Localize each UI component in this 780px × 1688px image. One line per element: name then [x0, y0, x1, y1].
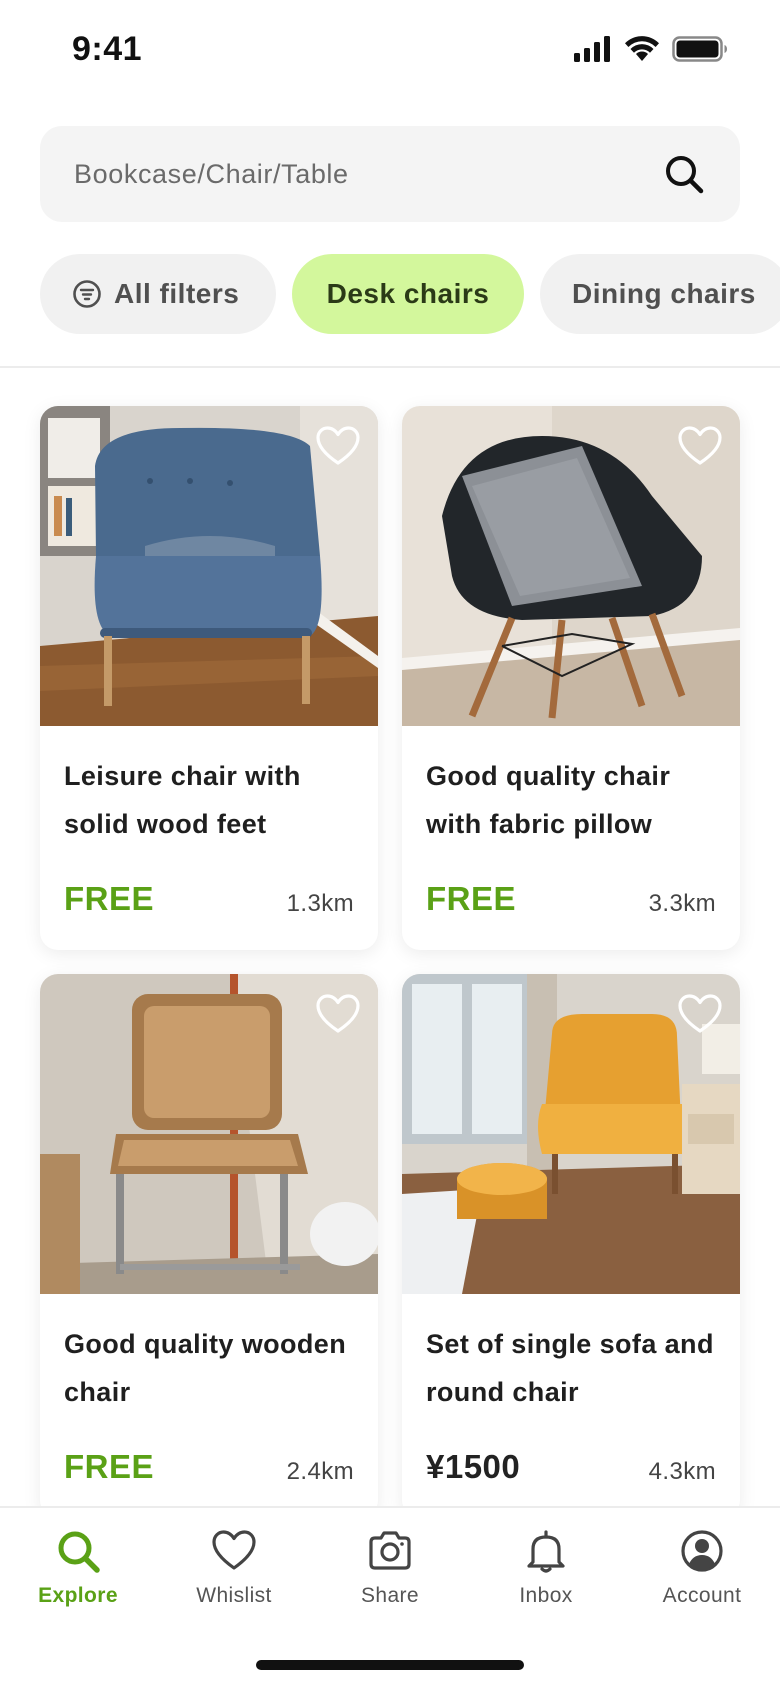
heart-icon[interactable]	[678, 994, 722, 1034]
product-distance: 3.3km	[648, 890, 716, 917]
home-indicator[interactable]	[256, 1660, 524, 1670]
nav-label: Inbox	[519, 1584, 573, 1607]
product-title: Leisure chair with solid wood feet	[64, 761, 301, 839]
status-icons	[574, 36, 728, 62]
product-price: FREE	[64, 1448, 155, 1485]
nav-item-share[interactable]: Share	[325, 1528, 455, 1608]
wifi-icon	[625, 36, 659, 61]
nav-label: Share	[360, 1584, 420, 1607]
product-image	[40, 974, 378, 1294]
product-distance: 1.3km	[286, 890, 354, 917]
search-bar[interactable]: Bookcase/Chair/Table	[40, 126, 740, 222]
product-distance: 4.3km	[648, 1458, 716, 1485]
product-card[interactable]: Set of single sofa and round chair ¥1500…	[402, 974, 740, 1518]
chip-all-filters[interactable]: All filters	[40, 254, 276, 334]
search-placeholder: Bookcase/Chair/Table	[74, 158, 349, 189]
filter-chips: All filters Desk chairs Dining chairs	[40, 254, 780, 334]
product-title: Good quality wooden chair	[64, 1329, 347, 1407]
nav-item-account[interactable]: Account	[637, 1528, 767, 1608]
bell-icon	[527, 1530, 565, 1573]
product-price: FREE	[64, 880, 155, 917]
heart-icon[interactable]	[316, 994, 360, 1034]
nav-label: Whislist	[196, 1584, 272, 1607]
filter-icon	[73, 280, 101, 308]
product-card[interactable]: Good quality chair with fabric pillow FR…	[402, 406, 740, 950]
status-bar: 9:41	[0, 0, 780, 100]
search-icon[interactable]	[662, 152, 706, 196]
divider	[0, 366, 780, 368]
product-title: Set of single sofa and round chair	[426, 1329, 714, 1407]
product-image	[40, 406, 378, 726]
product-price: FREE	[426, 880, 517, 917]
status-time: 9:41	[72, 30, 143, 68]
product-card[interactable]: Good quality wooden chair FREE 2.4km	[40, 974, 378, 1518]
nav-label: Account	[662, 1584, 742, 1607]
cellular-signal-icon	[574, 36, 610, 62]
chip-label: Dining chairs	[572, 278, 756, 309]
product-image	[402, 406, 740, 726]
search-icon	[58, 1531, 100, 1573]
camera-icon	[369, 1531, 411, 1570]
bottom-nav: Explore Whislist Share Inbox Account	[0, 1506, 780, 1688]
product-image	[402, 974, 740, 1294]
chip-label: All filters	[114, 278, 240, 309]
battery-icon	[672, 36, 727, 62]
product-price: ¥1500	[426, 1448, 521, 1485]
nav-item-inbox[interactable]: Inbox	[481, 1528, 611, 1608]
explore-screen: 9:41 Bookcase/Chair/Table All filters De…	[0, 0, 780, 1688]
heart-icon[interactable]	[678, 426, 722, 466]
heart-icon[interactable]	[316, 426, 360, 466]
heart-icon	[212, 1530, 256, 1570]
product-title: Good quality chair with fabric pillow	[426, 761, 671, 839]
user-icon	[681, 1530, 723, 1572]
nav-item-explore[interactable]: Explore	[13, 1528, 143, 1608]
chip-label: Desk chairs	[326, 278, 490, 309]
nav-item-whislist[interactable]: Whislist	[169, 1528, 299, 1608]
chip-desk-chairs[interactable]: Desk chairs	[292, 254, 524, 334]
product-distance: 2.4km	[286, 1458, 354, 1485]
chip-dining-chairs[interactable]: Dining chairs	[540, 254, 780, 334]
product-card[interactable]: Leisure chair with solid wood feet FREE …	[40, 406, 378, 950]
nav-label: Explore	[38, 1584, 118, 1607]
